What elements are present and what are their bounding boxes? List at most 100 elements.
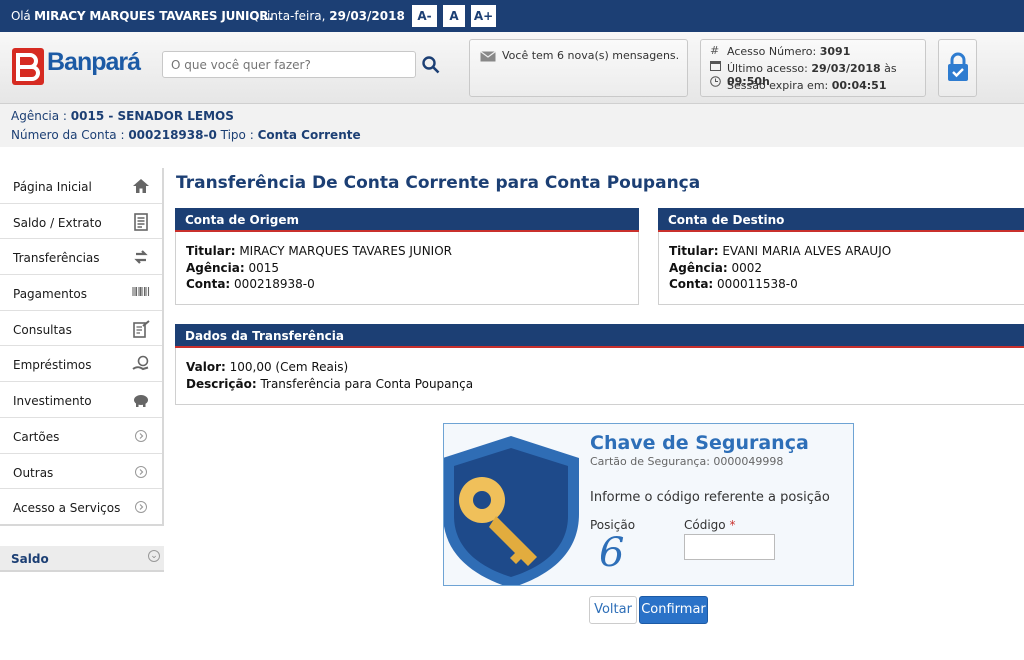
statement-icon	[132, 212, 150, 231]
envelope-icon	[480, 51, 496, 65]
access-number-value: 3091	[819, 45, 851, 58]
security-card-label: Cartão de Segurança:	[590, 455, 714, 468]
calendar-icon	[710, 60, 721, 74]
sidebar-item-saldo-extrato[interactable]: Saldo / Extrato	[0, 204, 162, 240]
security-key-box: Chave de Segurança Cartão de Segurança: …	[443, 423, 854, 586]
sidebar-item-label: Cartões	[13, 429, 60, 444]
chevron-down-icon: ⌄	[148, 550, 160, 562]
origin-holder: Titular: MIRACY MARQUES TAVARES JUNIOR	[186, 243, 452, 260]
messages-box[interactable]: Você tem 6 nova(s) mensagens.	[469, 39, 688, 97]
home-icon	[132, 177, 150, 195]
agency-value: 0015 - SENADOR LEMOS	[70, 109, 234, 123]
destination-holder-label: Titular:	[669, 244, 719, 258]
code-label-text: Código	[684, 518, 730, 532]
destination-agency: Agência: 0002	[669, 260, 891, 277]
destination-account: Conta: 000011538-0	[669, 276, 891, 293]
account-number-label: Número da Conta :	[11, 128, 129, 142]
origin-agency-value: 0015	[244, 260, 280, 275]
origin-account-heading: Conta de Origem	[175, 208, 639, 232]
security-instruction: Informe o código referente a posição	[590, 490, 830, 505]
font-normal-button[interactable]: A	[443, 5, 465, 27]
account-number-value: 000218938-0	[128, 128, 217, 142]
last-access-at: às	[880, 62, 897, 75]
confirm-button[interactable]: Confirmar	[639, 596, 708, 624]
chevron-right-icon	[132, 463, 150, 481]
origin-agency: Agência: 0015	[186, 260, 452, 277]
lock-button[interactable]	[938, 39, 977, 97]
destination-holder: Titular: EVANI MARIA ALVES ARAUJO	[669, 243, 891, 260]
origin-account: Conta: 000218938-0	[186, 276, 452, 293]
weekday: Quinta-feira,	[250, 9, 330, 23]
sidebar-item-consultas[interactable]: Consultas	[0, 311, 162, 347]
font-decrease-button[interactable]: A-	[412, 5, 437, 27]
session-time: 00:04:51	[831, 79, 887, 92]
lock-icon	[947, 52, 969, 86]
security-key-title: Chave de Segurança	[590, 432, 809, 454]
session-label: Sessão expira em:	[727, 79, 832, 92]
transfer-description: Descrição: Transferência para Conta Poup…	[186, 376, 473, 393]
sidebar-item-label: Saldo / Extrato	[13, 215, 102, 230]
sidebar-item-label: Transferências	[13, 251, 100, 266]
search-input[interactable]	[162, 51, 416, 78]
sidebar-item-pagamentos[interactable]: Pagamentos	[0, 275, 162, 311]
access-number-label: Acesso Número:	[727, 45, 820, 58]
sidebar-item-transferencias[interactable]: Transferências	[0, 239, 162, 276]
last-access-label: Último acesso:	[727, 62, 812, 75]
transfer-value-label: Valor:	[186, 360, 226, 374]
transfer-value: Valor: 100,00 (Cem Reais)	[186, 359, 473, 376]
destination-agency-value: 0002	[727, 260, 763, 275]
origin-holder-label: Titular:	[186, 244, 236, 258]
security-code-input[interactable]	[684, 534, 775, 560]
access-info-box: # Acesso Número: 3091 Último acesso: 29/…	[700, 39, 926, 97]
document-check-icon	[132, 319, 150, 338]
sidebar-item-label: Consultas	[13, 322, 72, 337]
back-button[interactable]: Voltar	[589, 596, 637, 624]
sidebar-item-outras[interactable]: Outras	[0, 454, 162, 490]
loan-icon	[132, 355, 150, 373]
font-increase-button[interactable]: A+	[471, 5, 496, 27]
origin-agency-label: Agência:	[186, 260, 245, 275]
transfer-data-details: Valor: 100,00 (Cem Reais) Descrição: Tra…	[186, 359, 473, 392]
account-line: Número da Conta : 000218938-0 Tipo : Con…	[11, 128, 361, 142]
shield-key-icon	[444, 436, 579, 585]
account-type-label: Tipo :	[216, 128, 258, 142]
transfer-icon	[132, 248, 150, 266]
current-date: Quinta-feira, 29/03/2018	[250, 9, 405, 23]
transfer-description-value: Transferência para Conta Poupança	[256, 376, 474, 391]
sidebar-item-label: Empréstimos	[13, 358, 92, 373]
sidebar-item-cartoes[interactable]: Cartões	[0, 418, 162, 454]
destination-account-value: 000011538-0	[713, 277, 798, 291]
sidebar-item-acesso-servicos[interactable]: Acesso a Serviços	[0, 489, 162, 525]
sidebar-item-pagina-inicial[interactable]: Página Inicial	[0, 168, 162, 204]
account-info-bar: Agência : 0015 - SENADOR LEMOS Número da…	[0, 104, 1024, 147]
transfer-data-heading: Dados da Transferência	[175, 324, 1024, 348]
sidebar-menu: Página Inicial Saldo / Extrato Transferê…	[0, 168, 164, 526]
balance-toggle[interactable]: Saldo ⌄	[0, 546, 164, 572]
destination-account-label: Conta:	[669, 277, 714, 291]
barcode-icon	[132, 284, 150, 302]
date-value: 29/03/2018	[329, 9, 405, 23]
clock-icon	[710, 76, 721, 90]
messages-text: Você tem 6 nova(s) mensagens.	[502, 49, 680, 62]
sidebar-item-label: Acesso a Serviços	[13, 501, 121, 516]
greeting: Olá MIRACY MARQUES TAVARES JUNIOR.	[11, 9, 273, 23]
sidebar-item-investimento[interactable]: Investimento	[0, 382, 162, 418]
origin-holder-value: MIRACY MARQUES TAVARES JUNIOR	[235, 244, 452, 258]
banpara-logo-mark	[12, 48, 44, 85]
sidebar-item-label: Investimento	[13, 394, 92, 409]
top-bar: Olá MIRACY MARQUES TAVARES JUNIOR. Quint…	[0, 0, 1024, 32]
destination-account-panel: Conta de Destino Titular: EVANI MARIA AL…	[658, 208, 1024, 305]
security-card-value: 0000049998	[713, 455, 784, 468]
page-title: Transferência De Conta Corrente para Con…	[176, 173, 701, 193]
destination-holder-value: EVANI MARIA ALVES ARAUJO	[718, 244, 892, 258]
search-icon[interactable]	[422, 56, 440, 78]
logo-text: Banpará	[47, 48, 141, 76]
transfer-data-panel: Dados da Transferência Valor: 100,00 (Ce…	[175, 324, 1024, 405]
chevron-right-icon	[132, 427, 150, 445]
transfer-description-label: Descrição:	[186, 376, 257, 391]
sidebar-item-emprestimos[interactable]: Empréstimos	[0, 346, 162, 383]
last-access-date: 29/03/2018	[811, 62, 881, 75]
destination-account-heading: Conta de Destino	[658, 208, 1024, 232]
code-label: Código *	[684, 518, 735, 532]
greeting-prefix: Olá	[11, 9, 35, 23]
